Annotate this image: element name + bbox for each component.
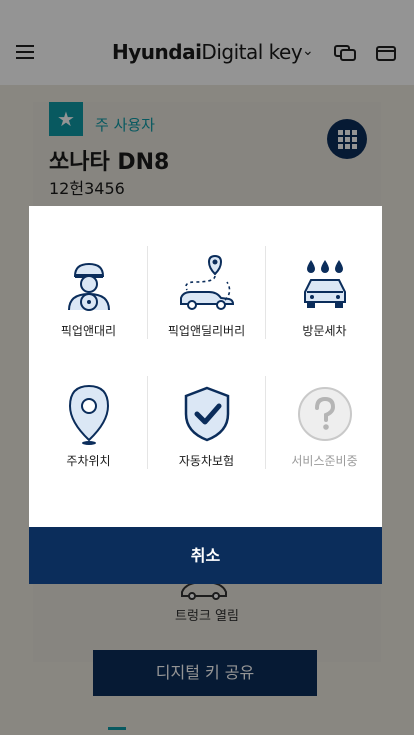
service-label: 픽업앤딜리버리 [167,324,246,338]
delivery-car-icon [179,254,234,310]
service-grid: 픽업앤대리 픽업앤딜리버리 방문세차 주차위치 자동차보험 서비스준비중 [29,206,382,526]
valet-driver-icon [67,262,110,311]
parking-pin-icon [68,384,109,445]
service-label: 서비스준비중 [291,454,358,468]
service-valet[interactable]: 픽업앤대리 [30,246,147,356]
service-delivery[interactable]: 픽업앤딜리버리 [148,246,265,356]
car-wash-icon [303,260,346,308]
service-label: 방문세차 [302,324,347,338]
service-label: 자동차보험 [178,454,235,468]
question-icon [297,387,352,441]
service-modal: 픽업앤대리 픽업앤딜리버리 방문세차 주차위치 자동차보험 서비스준비중 취소 [29,206,382,584]
insurance-shield-icon [184,386,229,442]
service-label: 픽업앤대리 [60,324,117,338]
service-car-wash[interactable]: 방문세차 [266,246,383,356]
cancel-button[interactable]: 취소 [29,527,382,584]
service-label: 주차위치 [66,454,111,468]
service-coming-soon: 서비스준비중 [266,376,383,486]
service-parking[interactable]: 주차위치 [30,376,147,486]
service-insurance[interactable]: 자동차보험 [148,376,265,486]
